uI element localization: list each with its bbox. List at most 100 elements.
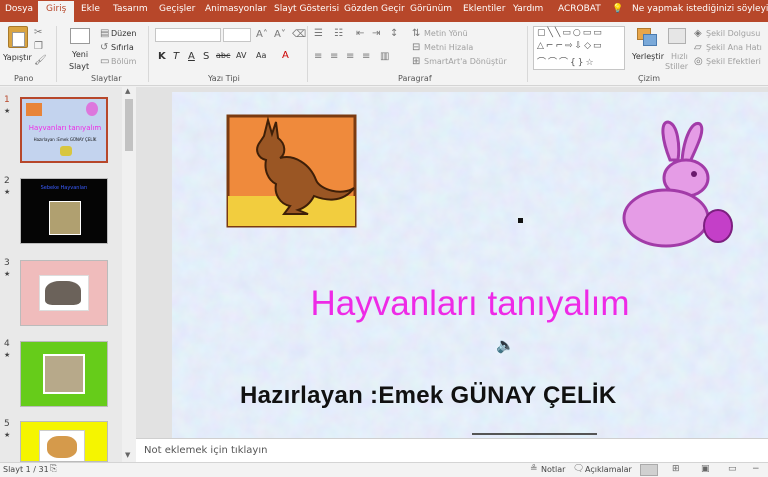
slide-title[interactable]: Hayvanları tanıyalım bbox=[172, 284, 768, 324]
font-size-input[interactable] bbox=[223, 28, 251, 42]
text-direction-button[interactable]: Metin Yönü bbox=[424, 29, 468, 38]
bullets-icon[interactable]: ☰ bbox=[314, 29, 323, 39]
italic-button[interactable]: T bbox=[173, 51, 179, 62]
ribbon-tab-bar: Dosya Giriş Ekle Tasarım Geçişler Animas… bbox=[0, 0, 768, 22]
section-button[interactable]: Bölüm bbox=[111, 57, 136, 66]
reset-button[interactable]: Sıfırla bbox=[111, 43, 134, 52]
group-label-font: Yazı Tipi bbox=[208, 74, 240, 83]
tab-home[interactable]: Giriş bbox=[38, 1, 75, 22]
tab-addins[interactable]: Eklentiler bbox=[463, 4, 505, 14]
star-icon: ★ bbox=[4, 431, 11, 439]
star-icon: ★ bbox=[4, 107, 11, 115]
indent-increase-icon[interactable]: ⇥ bbox=[372, 29, 380, 39]
underline-button[interactable]: A bbox=[188, 51, 195, 62]
format-painter-icon[interactable]: 🖌 bbox=[34, 56, 47, 66]
shapes-gallery[interactable]: ▢╲╲▭○▭▭ △⌐⌐⇨⇩◇▭ ⌒⌒⌒{}☆ bbox=[533, 26, 625, 70]
strikethrough-button[interactable]: abc bbox=[216, 51, 230, 60]
comments-icon: 🗨 bbox=[573, 464, 585, 474]
increase-font-icon[interactable]: A˄ bbox=[256, 30, 268, 40]
slide-subtitle[interactable]: Hazırlayan :Emek GÜNAY ÇELİK bbox=[172, 382, 768, 410]
zoom-out-icon[interactable]: − bbox=[752, 464, 760, 474]
kangaroo-clipart[interactable] bbox=[224, 114, 359, 229]
thumbnail-scrollbar[interactable]: ▲ ▼ bbox=[122, 87, 136, 462]
align-right-icon[interactable]: ≡ bbox=[346, 52, 354, 62]
new-slide-dropdown[interactable]: Slayt bbox=[69, 62, 89, 71]
scroll-down-icon[interactable]: ▼ bbox=[125, 451, 130, 459]
tab-transitions[interactable]: Geçişler bbox=[159, 4, 195, 14]
group-label-clipboard: Pano bbox=[14, 74, 34, 83]
text-direction-icon: ⇅ bbox=[412, 28, 421, 39]
tab-design[interactable]: Tasarım bbox=[113, 4, 148, 14]
thumbnail-slide-3[interactable] bbox=[20, 260, 108, 326]
align-left-icon[interactable]: ≡ bbox=[314, 52, 322, 62]
paste-button[interactable]: Yapıştır bbox=[3, 53, 32, 62]
shape-effects-button[interactable]: Şekil Efektleri bbox=[706, 57, 761, 66]
tab-slideshow[interactable]: Slayt Gösterisi bbox=[274, 4, 339, 14]
align-text-icon: ⊟ bbox=[412, 42, 421, 53]
thumb-number: 1 bbox=[4, 95, 10, 105]
copy-icon[interactable]: ❐ bbox=[34, 42, 43, 52]
numbering-icon[interactable]: ☷ bbox=[334, 29, 343, 39]
notes-toggle-button[interactable]: Notlar bbox=[541, 465, 565, 474]
star-icon: ★ bbox=[4, 270, 11, 278]
quick-styles-button[interactable]: Hızlı bbox=[671, 52, 688, 61]
new-slide-icon[interactable] bbox=[70, 28, 90, 44]
shape-outline-button[interactable]: Şekil Ana Hatı bbox=[706, 43, 762, 52]
thumb-title: Hayvanları tanıyalım bbox=[28, 124, 102, 132]
notes-icon: ≗ bbox=[530, 464, 538, 474]
text-cursor-mark bbox=[518, 218, 523, 223]
star-icon: ★ bbox=[4, 188, 11, 196]
smartart-button[interactable]: SmartArt'a Dönüştür bbox=[424, 57, 507, 66]
line-spacing-icon[interactable]: ↕ bbox=[390, 29, 398, 39]
tab-view[interactable]: Görünüm bbox=[410, 4, 452, 14]
columns-icon[interactable]: ▥ bbox=[380, 52, 389, 62]
tab-animations[interactable]: Animasyonlar bbox=[205, 4, 267, 14]
tell-me-search[interactable]: Ne yapmak istediğinizi söyleyin bbox=[632, 4, 768, 14]
indent-decrease-icon[interactable]: ⇤ bbox=[356, 29, 364, 39]
tab-acrobat[interactable]: ACROBAT bbox=[558, 4, 601, 14]
scroll-up-icon[interactable]: ▲ bbox=[125, 87, 130, 95]
arrange-button[interactable]: Yerleştir bbox=[632, 52, 664, 61]
change-case-button[interactable]: Aa bbox=[256, 51, 266, 60]
tab-insert[interactable]: Ekle bbox=[81, 4, 100, 14]
spellcheck-icon[interactable]: ⎘ bbox=[50, 464, 57, 474]
bunny-clipart[interactable] bbox=[620, 120, 740, 250]
decrease-font-icon[interactable]: A˅ bbox=[274, 30, 286, 40]
scrollbar-thumb[interactable] bbox=[125, 99, 133, 151]
reset-icon: ↺ bbox=[100, 42, 109, 53]
tab-help[interactable]: Yardım bbox=[513, 4, 543, 14]
reading-view-icon[interactable]: ▣ bbox=[701, 464, 710, 474]
font-color-icon[interactable]: A bbox=[282, 51, 289, 61]
align-text-button[interactable]: Metni Hizala bbox=[424, 43, 473, 52]
slide-sorter-icon[interactable]: ⊞ bbox=[672, 464, 680, 474]
thumbnail-slide-2[interactable]: Sebeke Hayvanları bbox=[20, 178, 108, 244]
slideshow-icon[interactable]: ▭ bbox=[728, 464, 737, 474]
quick-styles-dropdown[interactable]: Stiller bbox=[665, 62, 688, 71]
tab-review[interactable]: Gözden Geçir bbox=[344, 4, 405, 14]
slide-editing-area: Hayvanları tanıyalım 🔈 Hazırlayan :Emek … bbox=[136, 87, 768, 438]
tab-file[interactable]: Dosya bbox=[5, 4, 33, 14]
layout-button[interactable]: Düzen bbox=[111, 29, 136, 38]
notes-pane[interactable]: Not eklemek için tıklayın bbox=[136, 438, 768, 462]
slide-canvas[interactable]: Hayvanları tanıyalım 🔈 Hazırlayan :Emek … bbox=[172, 92, 768, 438]
new-slide-button[interactable]: Yeni bbox=[72, 50, 88, 59]
cut-icon[interactable]: ✂ bbox=[34, 28, 42, 38]
thumbnail-slide-1[interactable]: Hayvanları tanıyalım Hazırlayan :Emek GÜ… bbox=[20, 97, 108, 163]
justify-icon[interactable]: ≡ bbox=[362, 52, 370, 62]
align-center-icon[interactable]: ≡ bbox=[330, 52, 338, 62]
shape-fill-button[interactable]: Şekil Dolgusu bbox=[706, 29, 760, 38]
group-label-slides: Slaytlar bbox=[91, 74, 122, 83]
font-name-input[interactable] bbox=[155, 28, 221, 42]
bold-button[interactable]: K bbox=[158, 51, 166, 62]
thumbnail-slide-5[interactable] bbox=[20, 421, 108, 462]
thumb-number: 3 bbox=[4, 258, 10, 268]
normal-view-button[interactable] bbox=[640, 464, 658, 476]
comments-toggle-button[interactable]: Açıklamalar bbox=[585, 465, 632, 474]
shadow-button[interactable]: S bbox=[203, 51, 209, 62]
clear-format-icon[interactable]: ⌫ bbox=[292, 30, 306, 40]
thumbnail-slide-4[interactable] bbox=[20, 341, 108, 407]
thumb-title: Sebeke Hayvanları bbox=[40, 185, 88, 191]
char-spacing-button[interactable]: AV bbox=[236, 51, 246, 60]
quick-styles-icon[interactable] bbox=[668, 28, 686, 44]
speaker-icon[interactable]: 🔈 bbox=[496, 336, 515, 354]
